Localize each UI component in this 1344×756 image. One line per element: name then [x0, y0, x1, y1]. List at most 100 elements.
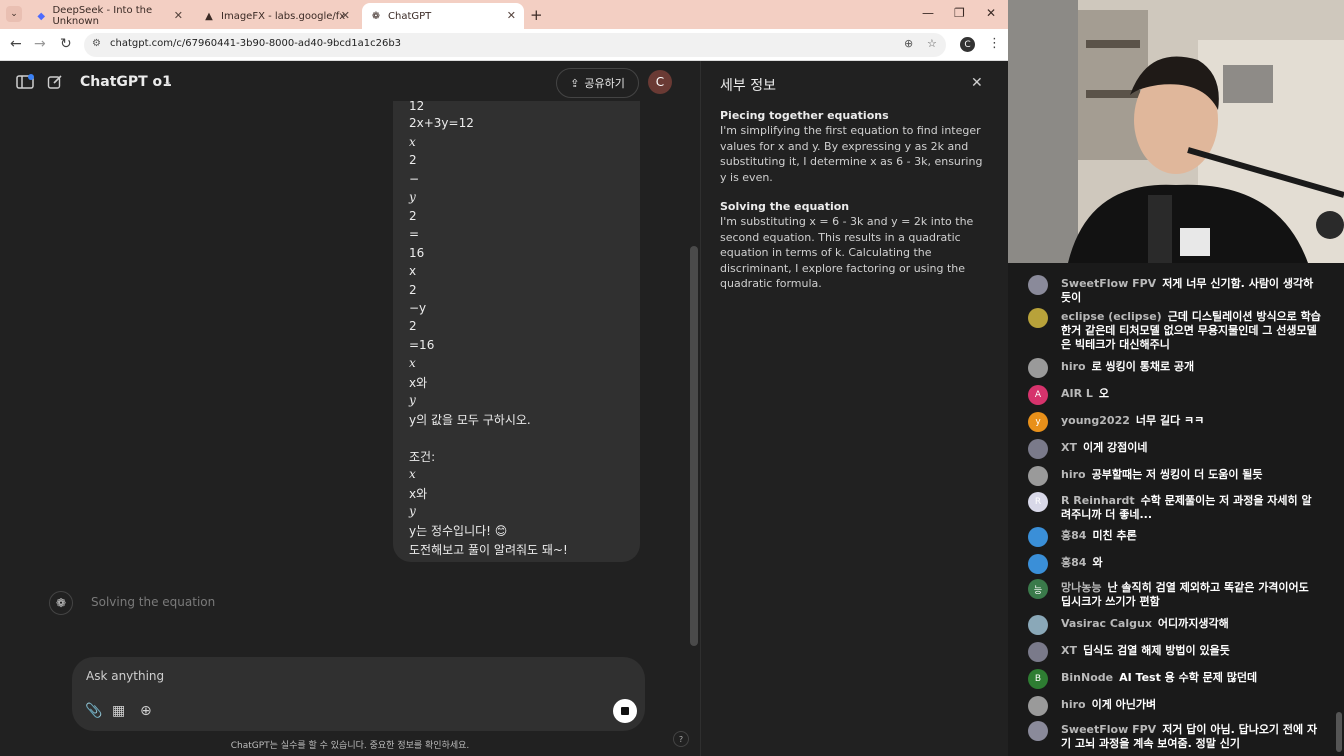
share-button[interactable]: ⇪ 공유하기 — [556, 68, 639, 98]
chat-message-body: 로 씽킹이 통채로 공개 — [1091, 360, 1195, 373]
reasoning-step-heading: Solving the equation — [720, 200, 850, 213]
chat-avatar[interactable] — [1028, 439, 1048, 459]
chat-author-name[interactable]: BinNode — [1061, 671, 1113, 684]
chat-message-body: 어디까지생각해 — [1157, 617, 1229, 630]
share-upload-icon: ⇪ — [570, 76, 580, 90]
openai-icon: ❁ — [371, 10, 381, 22]
zoom-icon[interactable]: ⊕ — [904, 37, 913, 50]
live-chat-panel: SweetFlow FPV 저게 너무 신기함. 사람이 생각하듯이 eclipse… — [1008, 263, 1344, 756]
chat-message-text: XT 딥식도 검열 해제 방법이 있을듯 — [1061, 644, 1321, 658]
chat-author-name[interactable]: hiro — [1061, 468, 1086, 481]
browser-tab-chatgpt[interactable]: ❁ ChatGPT ✕ — [362, 3, 524, 29]
chat-message-body: 너무 길다 ㅋㅋ — [1135, 414, 1205, 427]
new-tab-plus-icon[interactable]: + — [530, 6, 543, 24]
help-button[interactable]: ? — [673, 731, 689, 747]
chat-avatar[interactable]: y — [1028, 412, 1048, 432]
sidebar-toggle-icon[interactable] — [16, 74, 34, 94]
back-arrow-icon[interactable]: ← — [10, 36, 22, 52]
chat-avatar[interactable]: A — [1028, 385, 1048, 405]
tab-title: DeepSeek - Into the Unknown — [52, 5, 153, 27]
attach-paperclip-icon[interactable]: 📎 — [85, 703, 102, 719]
chat-author-name[interactable]: Vasirac Calgux — [1061, 617, 1152, 630]
share-label: 공유하기 — [584, 77, 625, 90]
live-chat-scrollbar[interactable] — [1336, 712, 1342, 752]
chat-author-name[interactable]: young2022 — [1061, 414, 1130, 427]
reasoning-step-body: I'm substituting x = 6 - 3k and y = 2k i… — [720, 215, 974, 290]
tab-search-chevron-icon[interactable]: ⌄ — [6, 6, 22, 22]
message-line: =16 — [409, 338, 435, 352]
openai-logo-icon: ❁ — [49, 591, 73, 615]
bookmark-star-icon[interactable]: ☆ — [927, 37, 937, 50]
reload-icon[interactable]: ↻ — [60, 36, 72, 52]
chat-author-name[interactable]: hiro — [1061, 698, 1086, 711]
disclaimer-text: ChatGPT는 실수를 할 수 있습니다. 중요한 정보를 확인하세요. — [230, 741, 470, 751]
browser-tab-imagefx[interactable]: ▲ ImageFX - labs.google/fx ✕ — [195, 3, 358, 29]
window-close-icon[interactable]: ✕ — [986, 6, 996, 20]
chat-author-name[interactable]: R Reinhardt — [1061, 494, 1135, 507]
chat-message-text: AIR L 오 — [1061, 387, 1321, 401]
chat-author-name[interactable]: SweetFlow FPV — [1061, 723, 1156, 736]
restore-icon[interactable]: ❐ — [954, 6, 965, 20]
chat-avatar[interactable] — [1028, 466, 1048, 486]
new-chat-edit-icon[interactable] — [47, 74, 63, 94]
chat-avatar[interactable] — [1028, 696, 1048, 716]
reasoning-step-heading: Piecing together equations — [720, 109, 889, 122]
message-line: 2 — [409, 209, 417, 223]
chat-avatar[interactable]: R — [1028, 492, 1048, 512]
chat-author-name[interactable]: XT — [1061, 441, 1077, 454]
chat-message-text: 홍84 미친 추론 — [1061, 529, 1321, 543]
message-line: 2 — [409, 153, 417, 167]
chat-author-name[interactable]: AIR L — [1061, 387, 1093, 400]
chat-message-text: hiro 이게 아닌가벼 — [1061, 698, 1321, 712]
stop-square-icon — [621, 707, 629, 715]
browser-menu-icon[interactable]: ⋮ — [988, 36, 1001, 51]
chat-author-name[interactable]: XT — [1061, 644, 1077, 657]
chat-avatar[interactable]: B — [1028, 669, 1048, 689]
chatgpt-app: ChatGPT o1 ⌄ ⇪ 공유하기 C 12 2x+3y=12 x 2− y 2 = 16… — [0, 61, 700, 756]
message-line: y — [409, 190, 416, 204]
chat-avatar[interactable] — [1028, 554, 1048, 574]
close-icon[interactable]: ✕ — [971, 75, 983, 91]
chat-author-name[interactable]: hiro — [1061, 360, 1086, 373]
chat-author-name[interactable]: 망나농능 — [1061, 581, 1101, 594]
chat-message-text: young2022 너무 길다 ㅋㅋ — [1061, 414, 1321, 428]
browser-profile-avatar[interactable]: C — [960, 37, 975, 52]
chat-avatar[interactable] — [1028, 615, 1048, 635]
chat-avatar[interactable] — [1028, 527, 1048, 547]
prompt-input[interactable] — [86, 667, 586, 685]
message-line: − — [409, 172, 420, 186]
url-omnibox[interactable]: ⚙ chatgpt.com/c/67960441-3b90-8000-ad40-… — [84, 33, 946, 57]
chat-avatar[interactable] — [1028, 308, 1048, 328]
thinking-status[interactable]: Solving the equation — [91, 595, 215, 609]
stop-generating-button[interactable] — [613, 699, 637, 723]
chat-author-name[interactable]: SweetFlow FPV — [1061, 277, 1156, 290]
close-tab-icon[interactable]: ✕ — [174, 9, 183, 22]
close-tab-icon[interactable]: ✕ — [507, 9, 516, 22]
chat-scrollbar[interactable] — [690, 246, 698, 646]
chat-message-body: 이게 아닌가벼 — [1091, 698, 1157, 711]
chat-author-name[interactable]: 홍84 — [1061, 556, 1086, 569]
browser-tab-deepseek[interactable]: ◆ DeepSeek - Into the Unknown ✕ — [28, 3, 191, 29]
minimize-icon[interactable]: — — [922, 6, 934, 20]
chat-author-name[interactable]: eclipse (eclipse) — [1061, 310, 1162, 323]
chat-author-name[interactable]: 홍84 — [1061, 529, 1086, 542]
message-line: 16 — [409, 246, 425, 260]
forward-arrow-icon[interactable]: → — [34, 36, 46, 52]
close-tab-icon[interactable]: ✕ — [341, 9, 350, 22]
chat-avatar[interactable] — [1028, 275, 1048, 295]
deepseek-whale-icon: ◆ — [37, 10, 46, 22]
chat-avatar[interactable] — [1028, 642, 1048, 662]
chat-avatar[interactable] — [1028, 721, 1048, 741]
chat-message-text: hiro 로 씽킹이 통채로 공개 — [1061, 360, 1321, 374]
reasoning-step-body: I'm simplifying the first equation to fi… — [720, 124, 983, 184]
site-info-icon[interactable]: ⚙ — [92, 38, 101, 49]
tools-calendar-icon[interactable]: ▦ — [112, 703, 125, 719]
details-title: 세부 정보 — [720, 78, 776, 94]
message-line: y는 정수입니다! 😊 — [409, 524, 508, 538]
chevron-down-icon[interactable]: ⌄ — [163, 75, 172, 88]
chat-avatar[interactable]: 능 — [1028, 579, 1048, 599]
chat-avatar[interactable] — [1028, 358, 1048, 378]
globe-search-icon[interactable]: ⊕ — [140, 703, 152, 719]
user-avatar[interactable]: C — [648, 70, 672, 94]
model-selector-title[interactable]: ChatGPT o1 — [80, 74, 172, 90]
